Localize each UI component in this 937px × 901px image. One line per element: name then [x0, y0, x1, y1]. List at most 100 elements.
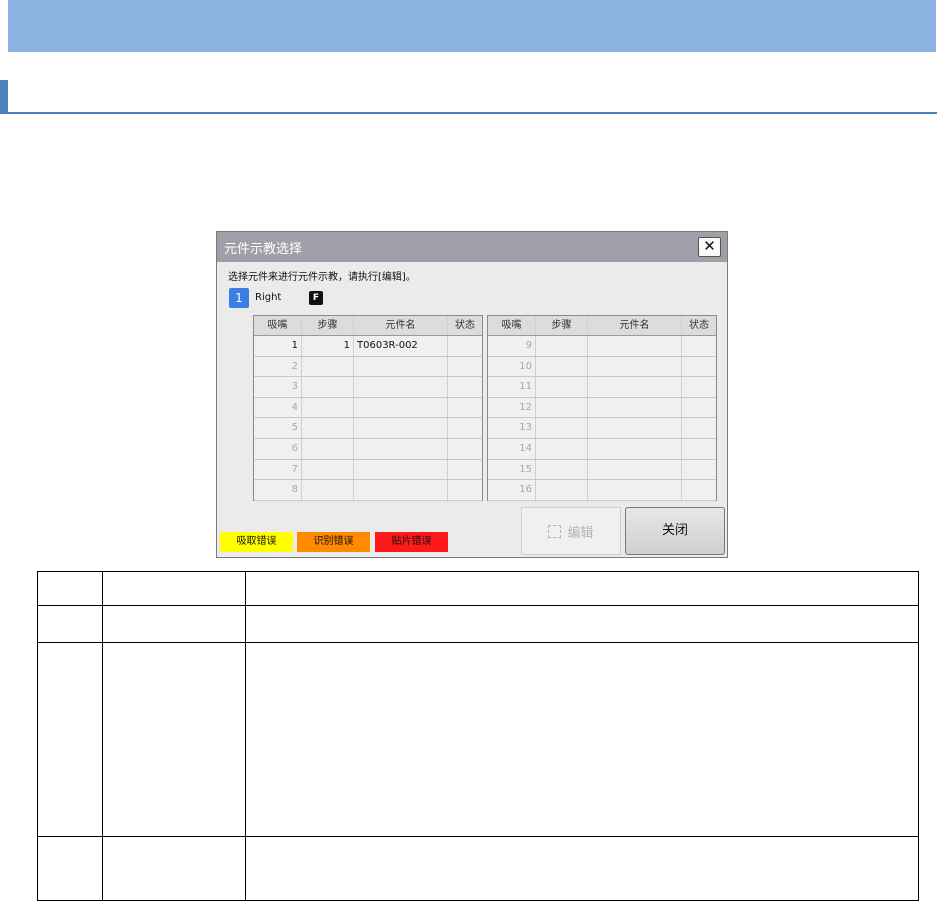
column-header-step: 步骤	[536, 316, 588, 335]
table-row[interactable]: 8	[254, 480, 482, 501]
part-name-cell	[354, 356, 448, 377]
doc-cell	[37, 836, 103, 901]
legend-place-error: 贴片错误	[375, 532, 448, 552]
part-name-cell: T0603R-002	[354, 336, 448, 356]
document-table	[37, 571, 919, 901]
step-cell	[302, 418, 354, 438]
table-row[interactable]: 6	[254, 438, 482, 460]
table-header: 吸嘴 步骤 元件名 状态	[254, 316, 482, 336]
nozzle-cell: 3	[254, 377, 302, 397]
dialog-title-bar: 元件示教选择 ✕	[217, 232, 727, 262]
part-name-cell	[588, 480, 682, 500]
doc-cell	[37, 571, 103, 606]
part-name-cell	[588, 336, 682, 356]
nozzle-cell: 12	[488, 397, 536, 418]
doc-cell	[245, 642, 919, 837]
head-number-badge[interactable]: 1	[229, 288, 249, 308]
step-cell	[302, 480, 354, 500]
part-name-cell	[354, 377, 448, 397]
part-name-cell	[588, 418, 682, 438]
part-name-cell	[588, 377, 682, 397]
status-cell	[448, 418, 482, 438]
table-row[interactable]: 10	[488, 356, 716, 378]
part-name-cell	[588, 397, 682, 418]
edit-button[interactable]: 编辑	[521, 507, 621, 555]
nozzle-cell: 4	[254, 397, 302, 418]
legend-pick-error: 吸取错误	[220, 532, 293, 552]
nozzle-cell: 13	[488, 418, 536, 438]
table-row[interactable]: 11	[488, 377, 716, 398]
column-header-status: 状态	[689, 320, 709, 331]
nozzle-cell: 14	[488, 438, 536, 459]
part-name-cell	[588, 356, 682, 377]
part-name-cell	[588, 459, 682, 480]
table-row[interactable]: 5	[254, 418, 482, 439]
edit-button-label: 编辑	[567, 525, 594, 541]
table-row[interactable]: 3	[254, 377, 482, 398]
part-name-cell	[354, 459, 448, 480]
step-cell: 1	[302, 336, 354, 356]
legend-vision-error: 识别错误	[297, 532, 370, 552]
instruction-text: 选择元件来进行元件示教，请执行[编辑]。	[228, 272, 416, 283]
column-header-nozzle: 吸嘴	[254, 316, 302, 335]
step-cell	[302, 397, 354, 418]
status-cell	[448, 377, 482, 397]
status-cell	[682, 336, 716, 356]
flag-icon: F	[309, 291, 323, 305]
status-cell	[682, 439, 716, 459]
step-cell	[536, 336, 588, 356]
status-cell	[448, 398, 482, 418]
step-cell	[302, 459, 354, 480]
table-row[interactable]: 4	[254, 397, 482, 419]
part-name-cell	[354, 418, 448, 438]
column-header-status: 状态	[455, 320, 475, 331]
status-cell	[682, 377, 716, 397]
step-cell	[302, 356, 354, 377]
status-cell	[682, 460, 716, 480]
table-row[interactable]: 13	[488, 418, 716, 439]
nozzle-cell: 1	[254, 336, 302, 356]
nozzle-cell: 10	[488, 356, 536, 377]
step-cell	[536, 459, 588, 480]
section-accent	[0, 80, 8, 112]
table-row[interactable]: 12	[488, 397, 716, 419]
part-name-cell	[588, 438, 682, 459]
table-row[interactable]: 9	[488, 336, 716, 357]
status-cell	[682, 398, 716, 418]
column-header-part-name: 元件名	[354, 316, 448, 335]
step-cell	[536, 438, 588, 459]
table-row[interactable]: 16	[488, 480, 716, 501]
table-row[interactable]: 2	[254, 356, 482, 378]
part-name-cell	[354, 397, 448, 418]
part-name-cell	[354, 438, 448, 459]
column-header-part-name: 元件名	[588, 316, 682, 335]
top-banner	[8, 0, 936, 52]
column-header-nozzle: 吸嘴	[488, 316, 536, 335]
teach-edit-icon	[548, 524, 562, 538]
close-icon[interactable]: ✕	[698, 237, 721, 257]
doc-cell	[37, 642, 103, 837]
table-row[interactable]: 1 1 T0603R-002	[254, 336, 482, 357]
nozzle-cell: 16	[488, 480, 536, 500]
status-cell	[682, 418, 716, 438]
table-row[interactable]: 7	[254, 459, 482, 481]
close-button[interactable]: 关闭	[625, 507, 725, 555]
nozzle-table-left: 吸嘴 步骤 元件名 状态 1 1 T0603R-002 2 3 4 5 6 7 8	[253, 315, 483, 501]
head-name: Right	[255, 292, 282, 303]
nozzle-cell: 5	[254, 418, 302, 438]
part-name-cell	[354, 480, 448, 500]
nozzle-cell: 9	[488, 336, 536, 356]
doc-cell	[37, 605, 103, 643]
nozzle-table-right: 吸嘴 步骤 元件名 状态 9 10 11 12 13 14 15 16	[487, 315, 717, 501]
step-cell	[302, 438, 354, 459]
table-row[interactable]: 15	[488, 459, 716, 481]
table-row[interactable]: 14	[488, 438, 716, 460]
column-header-step: 步骤	[302, 316, 354, 335]
doc-cell	[102, 571, 246, 606]
section-header-bar	[0, 80, 937, 114]
doc-cell	[245, 605, 919, 643]
status-cell	[448, 460, 482, 480]
step-cell	[536, 418, 588, 438]
nozzle-cell: 2	[254, 356, 302, 377]
status-cell	[448, 439, 482, 459]
